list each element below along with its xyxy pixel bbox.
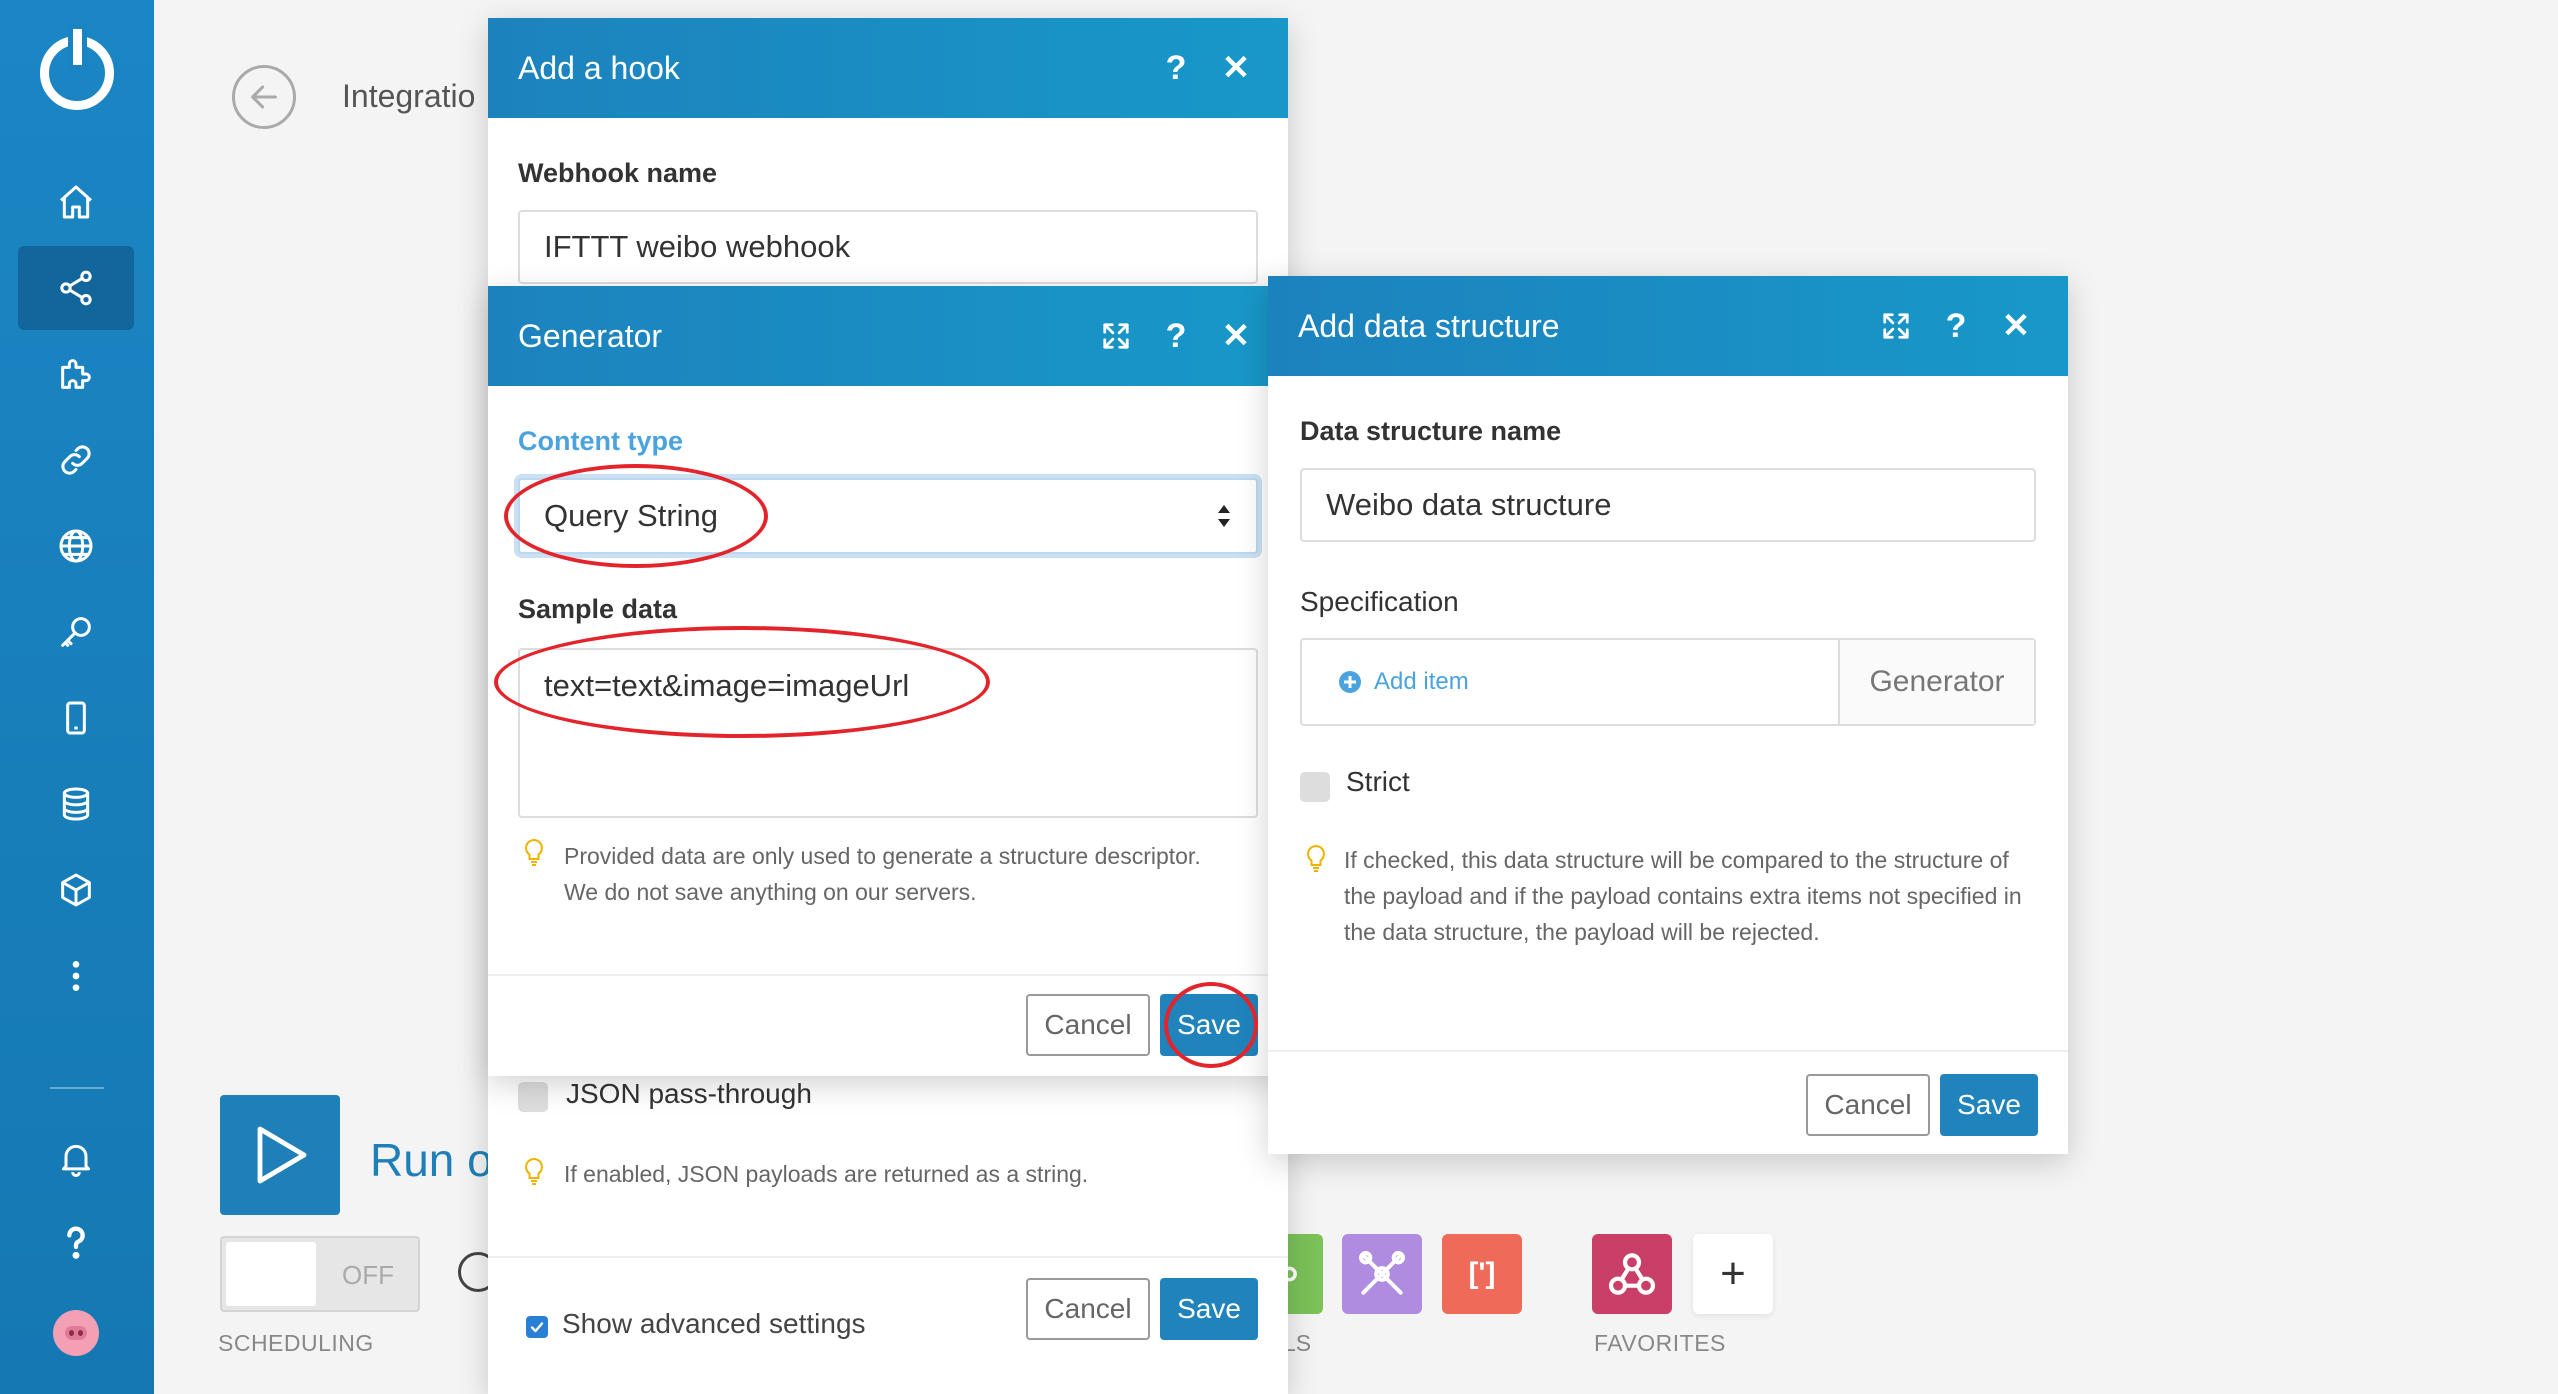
key-icon[interactable] xyxy=(18,590,134,674)
strict-hint: If checked, this data structure will be … xyxy=(1344,847,2022,945)
data-structure-name-label: Data structure name xyxy=(1300,416,1562,446)
app-logo-icon[interactable] xyxy=(40,29,114,110)
expand-icon[interactable] xyxy=(1094,314,1138,358)
play-icon xyxy=(257,1126,307,1184)
add-item-button[interactable]: Add item xyxy=(1302,640,1838,724)
add-data-structure-modal: Add data structure ? ✕ Data structure na… xyxy=(1268,276,2068,1154)
home-icon[interactable] xyxy=(18,160,134,244)
help-icon[interactable]: ? xyxy=(1934,304,1978,348)
webhook-name-input[interactable]: IFTTT weibo webhook xyxy=(518,210,1258,284)
checkmark-icon xyxy=(530,1322,544,1333)
bell-notifications-icon[interactable] xyxy=(18,1116,134,1200)
scheduling-label: SCHEDULING xyxy=(218,1330,374,1356)
close-icon[interactable]: ✕ xyxy=(1214,46,1258,90)
help-icon[interactable]: ? xyxy=(1154,46,1198,90)
lightbulb-icon xyxy=(525,838,543,866)
select-arrows-icon xyxy=(1218,505,1230,527)
close-icon[interactable]: ✕ xyxy=(1214,314,1258,358)
favorites-label: FAVORITES xyxy=(1594,1330,1726,1356)
data-structure-title: Add data structure xyxy=(1298,307,1560,344)
add-favorite-button[interactable]: + xyxy=(1693,1234,1773,1314)
page-title: Integratio xyxy=(342,78,476,114)
back-button[interactable] xyxy=(232,65,296,129)
hook-cancel-button[interactable]: Cancel xyxy=(1026,1278,1150,1340)
puzzle-templates-icon[interactable] xyxy=(18,332,134,416)
toggle-label: OFF xyxy=(342,1260,394,1290)
add-item-label: Add item xyxy=(1374,668,1469,695)
generator-title: Generator xyxy=(518,317,663,354)
add-hook-header: Add a hook ? ✕ xyxy=(488,18,1288,118)
run-once-button[interactable] xyxy=(220,1095,340,1215)
add-hook-title: Add a hook xyxy=(518,49,680,86)
generator-button[interactable]: Generator xyxy=(1838,640,2034,724)
user-avatar[interactable] xyxy=(53,1310,99,1356)
database-datastore-icon[interactable] xyxy=(18,762,134,846)
webhook-favorite-icon[interactable] xyxy=(1592,1234,1672,1314)
mobile-device-icon[interactable] xyxy=(18,676,134,760)
run-once-label: Run o xyxy=(370,1134,493,1186)
plus-circle-icon xyxy=(1339,671,1361,693)
globe-webhooks-icon[interactable] xyxy=(18,504,134,588)
generator-hint: Provided data are only used to generate … xyxy=(564,843,1201,905)
show-advanced-label[interactable]: Show advanced settings xyxy=(562,1308,866,1340)
expand-icon[interactable] xyxy=(1874,304,1918,348)
data-structure-save-button[interactable]: Save xyxy=(1940,1074,2038,1136)
json-passthrough-label: JSON pass-through xyxy=(566,1078,812,1109)
json-parser-icon[interactable]: ['] xyxy=(1442,1234,1522,1314)
json-passthrough-checkbox[interactable] xyxy=(518,1082,548,1112)
json-passthrough-hint: If enabled, JSON payloads are returned a… xyxy=(564,1161,1089,1187)
specification-label: Specification xyxy=(1300,586,1459,617)
help-question-icon[interactable] xyxy=(18,1200,134,1284)
more-options-icon[interactable] xyxy=(18,934,134,1018)
lightbulb-icon xyxy=(1307,844,1325,872)
show-advanced-checkbox[interactable] xyxy=(526,1316,548,1338)
tools-wrench-icon[interactable] xyxy=(1342,1234,1422,1314)
webhook-name-label: Webhook name xyxy=(518,158,718,188)
annotation-ellipse-save xyxy=(1164,982,1258,1068)
share-scenarios-icon[interactable] xyxy=(18,246,134,330)
toggle-knob xyxy=(226,1242,316,1306)
data-structure-cancel-button[interactable]: Cancel xyxy=(1806,1074,1930,1136)
strict-checkbox[interactable] xyxy=(1300,772,1330,802)
lightbulb-icon xyxy=(525,1157,543,1185)
sidebar xyxy=(0,0,154,1394)
sample-data-label: Sample data xyxy=(518,594,678,624)
content-type-label: Content type xyxy=(518,426,683,456)
link-connections-icon[interactable] xyxy=(18,418,134,502)
specification-box: Add item Generator xyxy=(1300,638,2036,726)
data-structure-name-input[interactable]: Weibo data structure xyxy=(1300,468,2036,542)
generator-cancel-button[interactable]: Cancel xyxy=(1026,994,1150,1056)
arrow-left-icon xyxy=(251,85,277,109)
sidebar-divider xyxy=(50,1087,104,1089)
hook-save-button[interactable]: Save xyxy=(1160,1278,1258,1340)
generator-header: Generator ? ✕ xyxy=(488,286,1288,386)
generator-footer-divider xyxy=(488,974,1288,976)
hook-footer-divider xyxy=(488,1256,1288,1258)
help-icon[interactable]: ? xyxy=(1154,314,1198,358)
annotation-ellipse-sample-data xyxy=(494,626,990,738)
scheduling-toggle[interactable]: OFF xyxy=(220,1236,420,1312)
close-icon[interactable]: ✕ xyxy=(1994,304,2038,348)
data-structure-footer-divider xyxy=(1268,1050,2068,1052)
strict-label: Strict xyxy=(1346,766,1410,797)
data-structure-header: Add data structure ? ✕ xyxy=(1268,276,2068,376)
cube-datastructures-icon[interactable] xyxy=(18,848,134,932)
annotation-ellipse-content-type xyxy=(504,464,768,568)
